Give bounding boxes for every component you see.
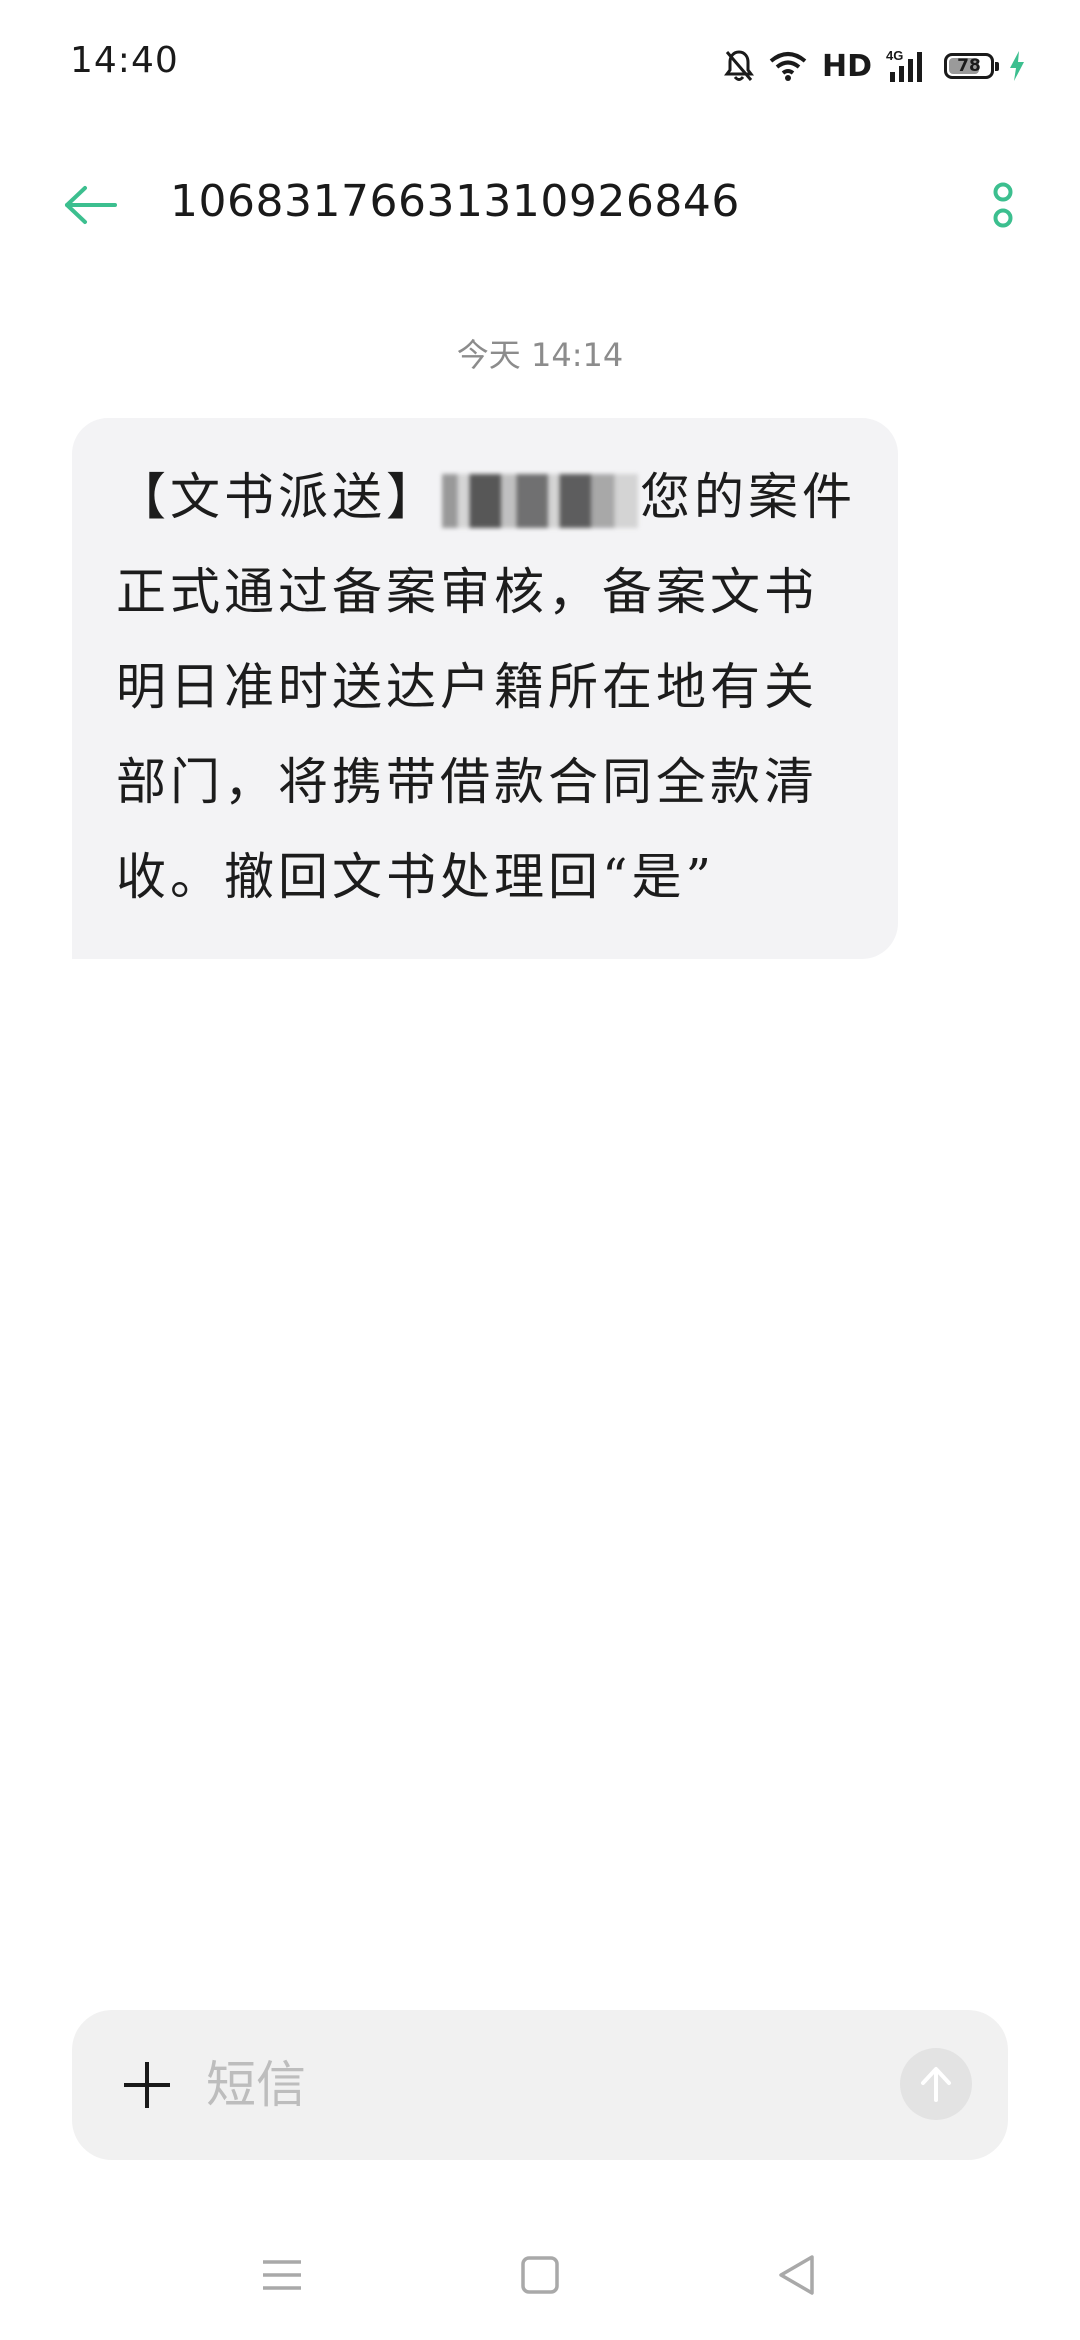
- plus-icon: [124, 2062, 170, 2108]
- back-triangle-icon: [779, 2255, 814, 2295]
- mute-bell-icon: [723, 49, 754, 83]
- message-composer: [72, 2010, 1008, 2160]
- message-prefix: 【文书派送】: [116, 468, 440, 526]
- signal-icon: 4G: [886, 48, 930, 84]
- home-square-icon: [521, 2256, 559, 2294]
- more-options-button[interactable]: [968, 170, 1038, 240]
- system-navigation-bar: [0, 2220, 1080, 2330]
- contact-number: 1068317663131092684​6: [170, 176, 740, 227]
- conversation-header: 1068317663131092684​6: [0, 150, 1080, 260]
- hd-label: HD: [821, 48, 872, 84]
- message-text: 【文书派送】 您的案件正式通过备案审核，备案文书明日准时送达户籍所在地有关部门，将…: [116, 450, 858, 925]
- sms-input[interactable]: [206, 2050, 826, 2120]
- send-arrow-up-icon: [921, 2067, 951, 2102]
- nav-back-button[interactable]: [766, 2250, 826, 2300]
- status-icons: HD 4G 78: [723, 44, 1026, 88]
- status-time: 14:40: [70, 40, 179, 81]
- more-vertical-icon: [993, 182, 1013, 228]
- send-button[interactable]: [900, 2048, 972, 2120]
- charging-bolt-icon: [1008, 50, 1026, 82]
- nav-menu-button[interactable]: [252, 2250, 312, 2300]
- add-attachment-button[interactable]: [112, 2050, 182, 2120]
- received-message-bubble[interactable]: 【文书派送】 您的案件正式通过备案审核，备案文书明日准时送达户籍所在地有关部门，将…: [72, 418, 898, 959]
- message-body: 您的案件正式通过备案审核，备案文书明日准时送达户籍所在地有关部门，将携带借款合同…: [116, 468, 856, 906]
- sms-conversation-screen: 14:40 HD 4G: [0, 0, 1080, 2340]
- back-button[interactable]: [56, 170, 126, 240]
- nav-home-button[interactable]: [510, 2250, 570, 2300]
- redacted-name: [442, 474, 638, 528]
- battery-icon: 78: [944, 53, 999, 79]
- message-timestamp: 今天 14:14: [456, 336, 624, 374]
- status-bar: 14:40 HD 4G 78: [0, 0, 1080, 130]
- menu-lines-icon: [263, 2260, 301, 2290]
- battery-level: 78: [957, 56, 981, 76]
- svg-text:4G: 4G: [886, 48, 903, 63]
- wifi-icon: [768, 50, 808, 82]
- back-arrow-icon: [65, 186, 117, 224]
